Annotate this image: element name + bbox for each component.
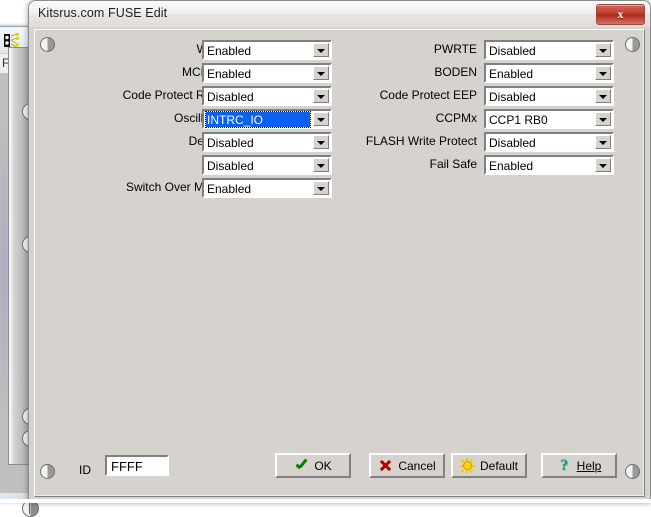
combobox-code-protect-eep[interactable]: Disabled bbox=[484, 86, 614, 106]
combobox-value: Enabled bbox=[489, 67, 591, 81]
chevron-down-icon[interactable] bbox=[313, 181, 329, 195]
combobox-flash-write-protect[interactable]: Disabled bbox=[484, 132, 614, 152]
setting-row: Fail Safe Enabled bbox=[29, 155, 650, 175]
chevron-down-icon[interactable] bbox=[595, 66, 611, 80]
setting-label: CCPMx bbox=[436, 111, 477, 125]
combobox-value: Disabled bbox=[489, 136, 591, 150]
combobox-value: Disabled bbox=[489, 90, 591, 104]
setting-row: FLASH Write Protect Disabled bbox=[29, 132, 650, 152]
chevron-down-icon[interactable] bbox=[595, 43, 611, 57]
dialog-frame: Kitsrus.com FUSE Edit x WDTEnabledMCLREE… bbox=[28, 0, 651, 503]
resize-grip-bottom-left-icon[interactable] bbox=[40, 464, 55, 479]
chevron-down-icon[interactable] bbox=[595, 89, 611, 103]
chevron-down-icon[interactable] bbox=[595, 158, 611, 172]
help-button[interactable]: ? Help bbox=[541, 453, 617, 478]
chevron-down-icon[interactable] bbox=[595, 112, 611, 126]
x-icon bbox=[378, 458, 393, 473]
sun-icon bbox=[460, 458, 475, 473]
setting-row: Code Protect EEP Disabled bbox=[29, 86, 650, 106]
default-button-label: Default bbox=[480, 459, 518, 473]
background-decoration bbox=[0, 120, 8, 420]
ok-button-label: OK bbox=[314, 459, 331, 473]
help-button-label: Help bbox=[577, 459, 602, 473]
combobox-switch-over-mode[interactable]: Enabled bbox=[202, 178, 332, 198]
cancel-button-label: Cancel bbox=[398, 459, 435, 473]
resize-grip-bottom-right-icon[interactable] bbox=[625, 464, 640, 479]
default-button[interactable]: Default bbox=[451, 453, 527, 478]
setting-label: PWRTE bbox=[434, 42, 477, 56]
desktop-strip bbox=[0, 499, 651, 503]
cancel-button[interactable]: Cancel bbox=[369, 453, 445, 478]
combobox-value: CCP1 RB0 bbox=[489, 113, 591, 127]
close-icon: x bbox=[597, 5, 644, 23]
combobox-pwrte[interactable]: Disabled bbox=[484, 40, 614, 60]
combobox-boden[interactable]: Enabled bbox=[484, 63, 614, 83]
question-mark-icon: ? bbox=[557, 458, 572, 473]
setting-row: Switch Over ModeEnabled bbox=[29, 178, 650, 198]
id-label: ID bbox=[79, 463, 91, 477]
setting-label: FLASH Write Protect bbox=[366, 134, 477, 148]
combobox-value: Enabled bbox=[207, 182, 309, 196]
fuse-edit-dialog: Kitsrus.com FUSE Edit x WDTEnabledMCLREE… bbox=[28, 0, 651, 503]
combobox-value: Disabled bbox=[489, 44, 591, 58]
combobox-fail-safe[interactable]: Enabled bbox=[484, 155, 614, 175]
setting-label: Fail Safe bbox=[430, 157, 477, 171]
dialog-titlebar[interactable]: Kitsrus.com FUSE Edit x bbox=[29, 1, 650, 27]
ok-button[interactable]: OK bbox=[275, 453, 351, 478]
combobox-ccpmx[interactable]: CCP1 RB0 bbox=[484, 109, 614, 129]
check-icon bbox=[294, 458, 309, 473]
setting-row: BODEN Enabled bbox=[29, 63, 650, 83]
setting-row: CCPMx CCP1 RB0 bbox=[29, 109, 650, 129]
setting-label: BODEN bbox=[434, 65, 477, 79]
dialog-title: Kitsrus.com FUSE Edit bbox=[38, 6, 167, 20]
id-input-value: FFFF bbox=[111, 459, 143, 474]
id-input[interactable]: FFFF bbox=[105, 455, 169, 476]
chevron-down-icon[interactable] bbox=[595, 135, 611, 149]
combobox-value: Enabled bbox=[489, 159, 591, 173]
setting-label: Code Protect EEP bbox=[380, 88, 477, 102]
setting-row: PWRTE Disabled bbox=[29, 40, 650, 60]
close-button[interactable]: x bbox=[596, 4, 645, 25]
